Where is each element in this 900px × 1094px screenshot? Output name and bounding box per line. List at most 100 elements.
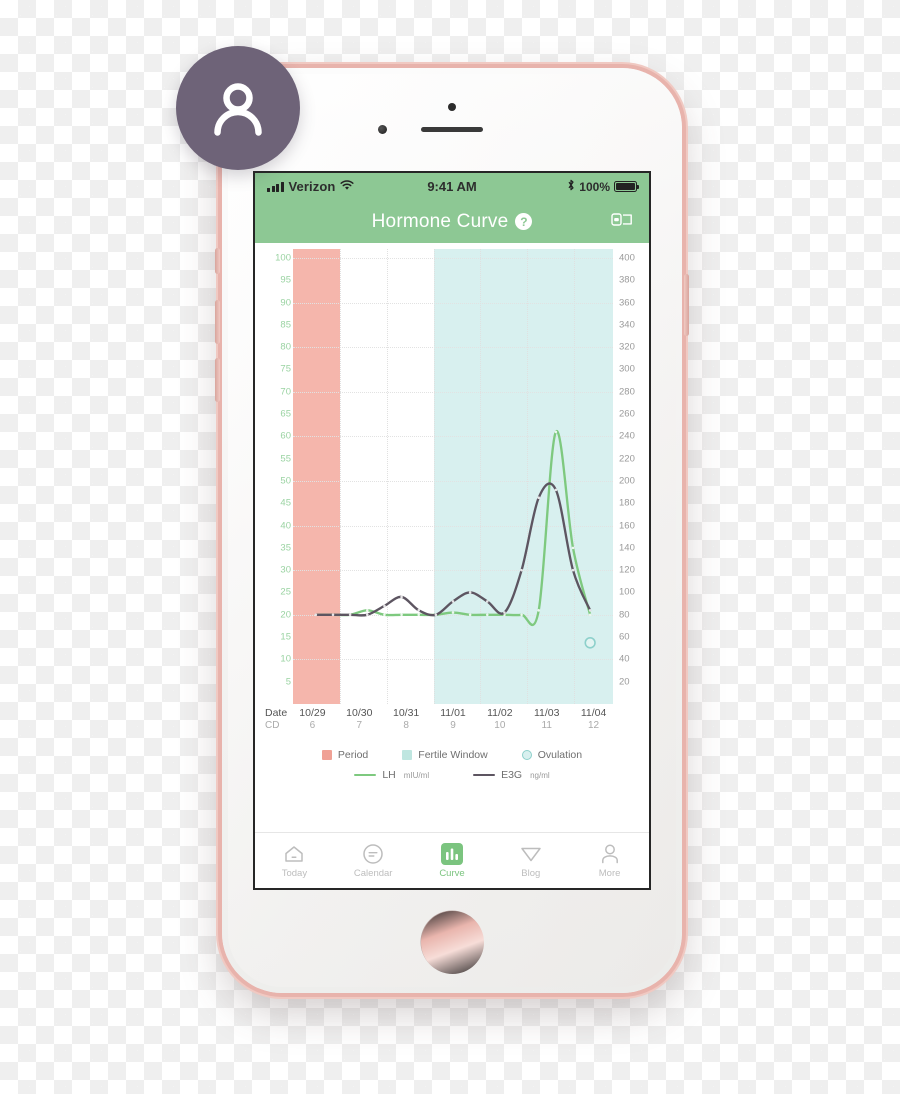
data-point-marker[interactable] xyxy=(314,613,318,617)
tab-label: Calendar xyxy=(353,867,393,879)
power-button[interactable] xyxy=(684,274,689,336)
data-point-marker[interactable] xyxy=(520,613,523,617)
x-axis-date: 11/02 xyxy=(487,707,513,719)
data-point-marker[interactable] xyxy=(331,613,335,617)
tab-curve[interactable]: Curve xyxy=(413,842,492,879)
status-bar-time: 9:41 AM xyxy=(427,179,477,194)
data-point-marker[interactable] xyxy=(400,613,403,617)
y-tick-label: 220 xyxy=(619,452,635,464)
ovulation-marker[interactable] xyxy=(584,636,596,649)
data-point-marker[interactable] xyxy=(571,546,575,550)
data-point-marker[interactable] xyxy=(468,591,472,594)
y-tick-label: 10 xyxy=(280,653,291,665)
plot-area-wrapper: 100 95 90 85 80 75 70 65 60 55 50 45 40 35 30 25 20 15 10 5… xyxy=(259,249,645,704)
data-point-marker[interactable] xyxy=(468,613,472,617)
plot-area[interactable] xyxy=(293,249,613,704)
question-mark-badge-icon[interactable]: ? xyxy=(515,213,533,230)
volume-up-button[interactable] xyxy=(215,300,220,344)
y-tick-label: 160 xyxy=(619,519,635,531)
tab-label: Curve xyxy=(439,867,465,879)
legend-label: Fertile Window xyxy=(418,749,488,761)
volume-down-button[interactable] xyxy=(215,358,220,402)
data-point-marker[interactable] xyxy=(348,613,352,617)
data-point-marker[interactable] xyxy=(537,496,540,499)
nav-bar: Hormone Curve ? xyxy=(255,200,649,243)
y-tick-label: 200 xyxy=(619,475,635,487)
y-tick-label: 20 xyxy=(619,675,630,687)
data-point-marker[interactable] xyxy=(554,430,558,434)
y-tick-label: 280 xyxy=(619,385,635,397)
data-point-marker[interactable] xyxy=(417,609,420,612)
status-bar-left: Verizon xyxy=(267,179,354,194)
data-point-marker[interactable] xyxy=(400,595,403,599)
lh-line-icon xyxy=(354,773,377,777)
rotate-landscape-icon[interactable] xyxy=(611,211,633,232)
home-icon xyxy=(283,843,305,865)
silent-switch[interactable] xyxy=(215,248,220,274)
data-point-marker[interactable] xyxy=(588,613,592,617)
data-point-marker[interactable] xyxy=(451,600,455,603)
y-tick-label: 120 xyxy=(619,564,635,576)
data-point-marker[interactable] xyxy=(554,488,558,492)
legend-item: Fertile Window xyxy=(402,749,488,761)
y-axis-right: 400 380 360 340 320 300 280 260 240 220 200 180 160 1… xyxy=(615,249,645,704)
x-axis-date: 10/29 xyxy=(299,707,326,719)
data-point-marker[interactable] xyxy=(588,609,592,612)
data-point-marker[interactable] xyxy=(383,604,386,608)
legend-label: Ovulation xyxy=(537,749,583,761)
y-tick-label: 15 xyxy=(280,631,291,643)
tab-calendar[interactable]: Calendar xyxy=(334,843,413,879)
legend-label: E3G xyxy=(501,769,523,781)
user-avatar-icon[interactable] xyxy=(176,46,300,170)
hormone-curves xyxy=(314,430,596,649)
lh-curve xyxy=(314,430,592,627)
y-tick-label: 30 xyxy=(280,564,291,576)
data-point-marker[interactable] xyxy=(366,609,369,612)
y-tick-label: 20 xyxy=(280,609,291,621)
tab-more[interactable]: More xyxy=(570,843,649,879)
tab-blog[interactable]: Blog xyxy=(491,843,570,879)
data-point-marker[interactable] xyxy=(434,613,438,617)
data-point-marker[interactable] xyxy=(417,613,420,617)
data-point-marker[interactable] xyxy=(537,609,540,612)
page-canvas: Verizon 9:41 AM 100% Hormone Curve ? 100… xyxy=(0,0,900,1094)
data-point-marker[interactable] xyxy=(486,600,489,603)
battery-percent-label: 100% xyxy=(579,179,610,194)
data-point-marker[interactable] xyxy=(383,613,386,617)
legend-unit: ng/ml xyxy=(530,770,550,780)
x-axis-tick: 11/03 11 xyxy=(534,707,560,733)
x-axis-date-label: Date xyxy=(265,707,288,719)
status-bar: Verizon 9:41 AM 100% xyxy=(255,173,649,200)
nav-title-group: Hormone Curve ? xyxy=(372,211,533,233)
home-button-icon[interactable] xyxy=(420,910,484,974)
status-bar-right: 100% xyxy=(567,179,640,194)
x-axis-header: Date CD xyxy=(265,707,287,733)
data-point-marker[interactable] xyxy=(366,613,369,617)
tab-today[interactable]: Today xyxy=(255,843,334,879)
wifi-icon xyxy=(340,179,354,194)
y-tick-label: 80 xyxy=(619,609,630,621)
x-axis-tick: 10/31 8 xyxy=(393,707,419,733)
calendar-circle-icon xyxy=(362,843,384,865)
legend-row-bands: Period Fertile Window Ovulation xyxy=(265,749,639,761)
y-tick-label: 80 xyxy=(280,341,291,353)
x-axis-date: 10/30 xyxy=(346,707,373,719)
y-tick-label: 100 xyxy=(619,586,635,598)
legend-item: LH mIU/ml xyxy=(354,769,429,781)
data-point-marker[interactable] xyxy=(520,568,523,572)
y-tick-label: 40 xyxy=(280,519,291,531)
data-point-marker[interactable] xyxy=(571,568,575,572)
legend-label: Period xyxy=(337,749,369,761)
y-tick-label: 50 xyxy=(280,475,291,487)
x-axis-tick: 10/30 7 xyxy=(346,707,372,733)
data-point-marker[interactable] xyxy=(503,611,506,614)
x-axis-cd-label: CD xyxy=(265,720,280,732)
data-point-marker[interactable] xyxy=(451,611,455,614)
y-tick-label: 360 xyxy=(619,296,635,308)
y-tick-label: 320 xyxy=(619,341,635,353)
y-tick-label: 240 xyxy=(619,430,635,442)
page-title: Hormone Curve xyxy=(371,210,509,232)
person-icon xyxy=(599,843,621,865)
bluetooth-icon xyxy=(567,179,575,194)
data-point-marker[interactable] xyxy=(486,613,489,617)
